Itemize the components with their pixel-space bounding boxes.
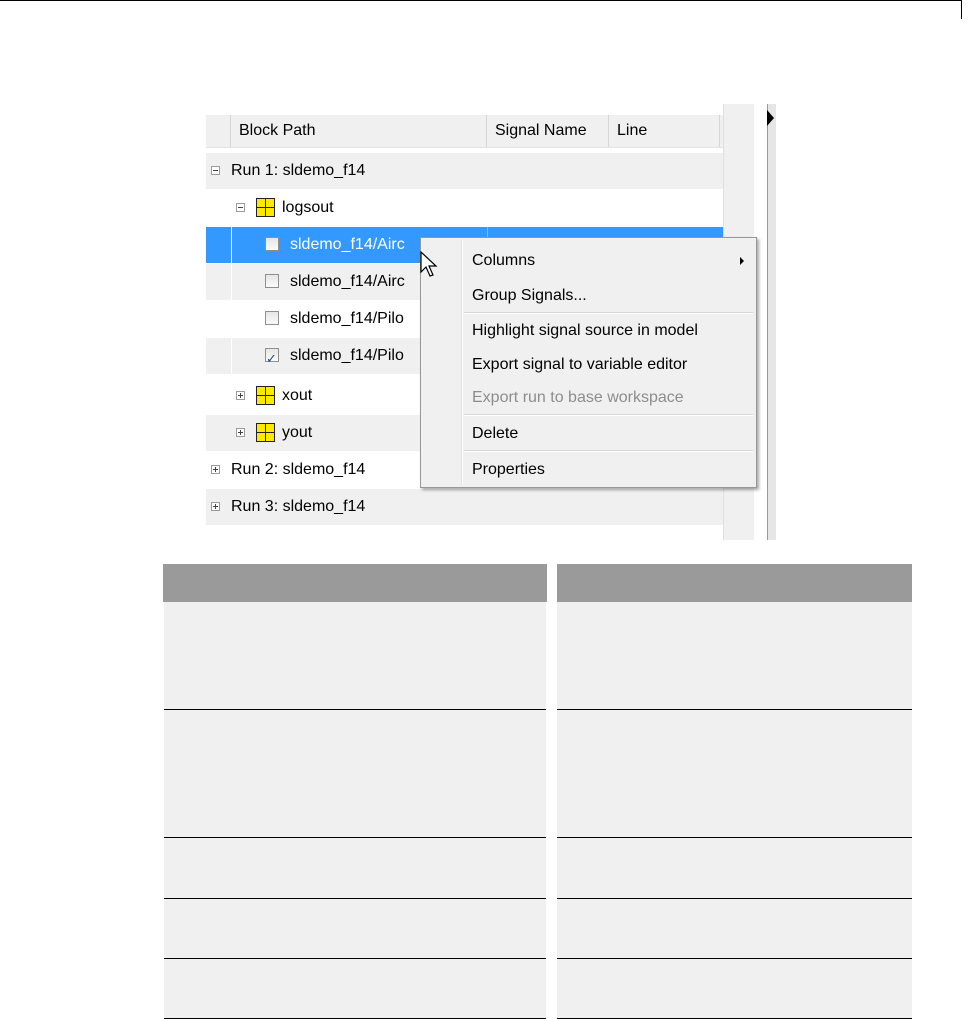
expand-arrow-icon[interactable] <box>767 110 774 126</box>
menu-item-export-run-disabled: Export run to base workspace <box>472 389 684 406</box>
table-gap <box>546 601 558 710</box>
expand-icon[interactable] <box>236 428 245 437</box>
row-column-line <box>231 227 232 263</box>
signal-checkbox[interactable] <box>265 274 279 288</box>
tree-header: Block Path Signal Name Line <box>206 115 723 148</box>
run1-label: Run 1: sldemo_f14 <box>231 162 366 179</box>
column-block-path[interactable]: Block Path <box>231 115 487 147</box>
table-header-cell <box>163 564 547 602</box>
menu-separator <box>464 414 753 416</box>
table-row <box>163 601 912 710</box>
context-menu: Columns Group Signals... Highlight signa… <box>420 237 757 488</box>
tree-row-logsout[interactable]: logsout <box>206 190 723 226</box>
column-line[interactable]: Line <box>609 115 720 147</box>
table-gap <box>546 898 558 959</box>
table-cell <box>557 837 912 899</box>
expand-icon[interactable] <box>236 391 245 400</box>
run2-label: Run 2: sldemo_f14 <box>231 461 366 478</box>
menu-item-properties[interactable]: Properties <box>472 455 545 485</box>
tree-row-run1[interactable]: Run 1: sldemo_f14 <box>206 153 723 189</box>
table-gap <box>546 837 558 899</box>
table-cell <box>163 837 547 899</box>
page-header-rule <box>0 0 962 19</box>
signal-label: sldemo_f14/Airc <box>290 273 405 290</box>
signal-label: sldemo_f14/Pilo <box>290 310 404 327</box>
description-table <box>163 564 913 1019</box>
table-row <box>163 958 912 1019</box>
dataset-grid-icon <box>256 198 275 217</box>
signal-checkbox[interactable] <box>265 237 279 251</box>
dataset-grid-icon <box>256 386 275 405</box>
table-cell <box>163 898 547 959</box>
signal-checkbox[interactable]: ✓ <box>265 348 279 366</box>
tree-row-run3[interactable]: Run 3: sldemo_f14 <box>206 489 723 525</box>
checkmark-icon: ✓ <box>266 351 277 366</box>
signal-label: sldemo_f14/Airc <box>290 236 405 253</box>
table-cell <box>163 958 547 1019</box>
xout-label: xout <box>282 387 313 404</box>
table-header-cell <box>556 564 913 602</box>
table-cell <box>557 898 912 959</box>
table-gap <box>546 958 558 1019</box>
table-row <box>163 898 912 959</box>
menu-item-delete[interactable]: Delete <box>472 419 518 449</box>
collapse-icon[interactable] <box>211 166 220 175</box>
table-cell <box>557 958 912 1019</box>
menu-item-export-signal[interactable]: Export signal to variable editor <box>472 350 687 380</box>
yout-label: yout <box>282 424 313 441</box>
row-column-line <box>231 264 232 300</box>
dataset-grid-icon <box>256 423 275 442</box>
menu-separator <box>464 312 753 314</box>
collapse-icon[interactable] <box>236 203 245 212</box>
logsout-label: logsout <box>282 199 334 216</box>
sdi-signal-tree-screenshot: Block Path Signal Name Line Run 1: sldem… <box>192 104 776 540</box>
table-row <box>163 709 912 838</box>
submenu-arrow-icon <box>740 257 744 265</box>
signal-checkbox[interactable] <box>265 311 279 325</box>
table-cell <box>557 601 912 710</box>
menu-item-group-signals[interactable]: Group Signals... <box>472 281 587 311</box>
expand-icon[interactable] <box>211 465 220 474</box>
menu-item-highlight-source[interactable]: Highlight signal source in model <box>472 316 698 346</box>
table-gap <box>546 709 558 838</box>
menu-icon-gutter <box>461 240 463 485</box>
row-column-line <box>231 301 232 337</box>
table-row <box>163 837 912 899</box>
table-header-row <box>163 564 913 602</box>
menu-separator <box>464 450 753 452</box>
table-cell <box>163 601 547 710</box>
mouse-pointer-icon <box>420 251 438 277</box>
signal-label: sldemo_f14/Pilo <box>290 347 404 364</box>
run3-label: Run 3: sldemo_f14 <box>231 498 366 515</box>
panel-divider[interactable] <box>767 104 776 540</box>
table-cell <box>557 709 912 838</box>
expand-icon[interactable] <box>211 502 220 511</box>
column-signal-name[interactable]: Signal Name <box>487 115 609 147</box>
row-column-line <box>231 338 232 374</box>
table-cell <box>163 709 547 838</box>
menu-item-columns[interactable]: Columns <box>472 246 535 276</box>
table-gap <box>546 564 558 602</box>
header-spacer <box>206 115 231 147</box>
